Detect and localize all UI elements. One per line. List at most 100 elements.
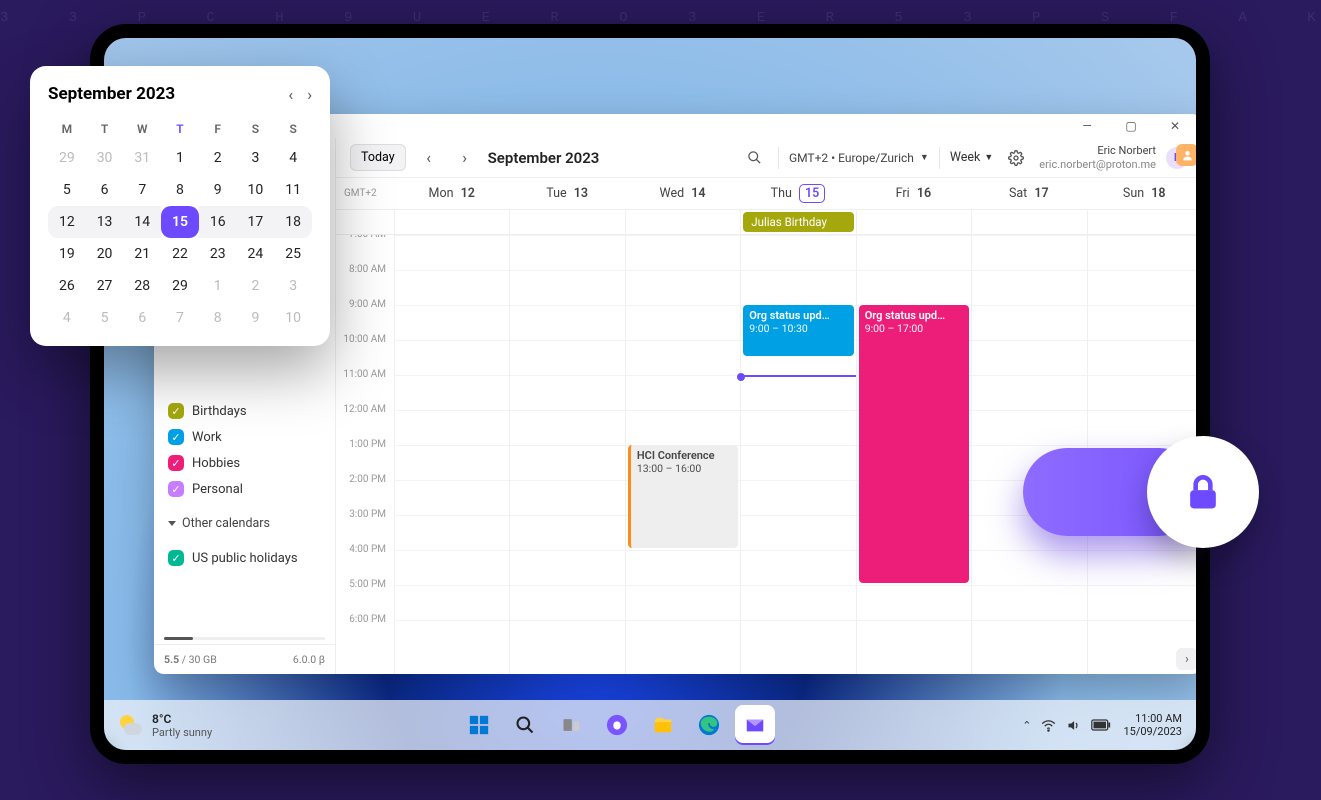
month-picker-grid[interactable]: MTWTFSS293031123456789101112131415161718… <box>48 116 312 334</box>
month-picker-day[interactable]: 6 <box>86 174 124 206</box>
day-header[interactable]: Fri 16 <box>856 178 971 209</box>
month-picker-day[interactable]: 3 <box>274 270 312 302</box>
month-picker-day[interactable]: 18 <box>274 206 312 238</box>
calendar-list-item[interactable]: ✓US public holidays <box>154 545 335 571</box>
month-picker-day[interactable]: 25 <box>274 238 312 270</box>
window-minimize-button[interactable]: ― <box>1066 114 1108 138</box>
month-picker-day[interactable]: 14 <box>123 206 161 238</box>
month-picker-day[interactable]: 20 <box>86 238 124 270</box>
month-picker-day[interactable]: 30 <box>86 142 124 174</box>
calendar-event[interactable]: Org status upd…9:00 – 17:00 <box>859 305 969 583</box>
day-column[interactable] <box>509 235 624 674</box>
month-picker-day[interactable]: 29 <box>161 270 199 302</box>
month-picker-day[interactable]: 19 <box>48 238 86 270</box>
start-button[interactable] <box>459 705 499 745</box>
month-picker-day[interactable]: 23 <box>199 238 237 270</box>
search-button[interactable] <box>505 705 545 745</box>
today-button[interactable]: Today <box>350 144 406 171</box>
month-picker-day[interactable]: 13 <box>86 206 124 238</box>
expand-panel-button[interactable]: › <box>1176 648 1196 670</box>
month-picker-day[interactable]: 22 <box>161 238 199 270</box>
proton-calendar-button[interactable] <box>735 705 775 745</box>
allday-cell[interactable]: Julias Birthday <box>740 210 855 234</box>
calendar-checkbox[interactable]: ✓ <box>168 481 184 497</box>
month-picker-day[interactable]: 29 <box>48 142 86 174</box>
day-header[interactable]: Wed 14 <box>625 178 740 209</box>
settings-icon[interactable] <box>1003 145 1029 171</box>
window-maximize-button[interactable]: ▢ <box>1110 114 1152 138</box>
day-column[interactable]: HCI Conference13:00 – 16:00 <box>625 235 740 674</box>
allday-event[interactable]: Julias Birthday <box>743 212 853 232</box>
month-picker-day[interactable]: 3 <box>237 142 275 174</box>
wifi-icon[interactable] <box>1041 718 1056 733</box>
month-picker-day[interactable]: 1 <box>161 142 199 174</box>
battery-icon[interactable] <box>1091 719 1111 731</box>
calendar-list-item[interactable]: ✓Birthdays <box>154 398 335 424</box>
taskbar-weather[interactable]: 8°C Partly sunny <box>118 712 212 739</box>
next-week-button[interactable]: › <box>452 145 478 171</box>
month-picker-day[interactable]: 16 <box>199 206 237 238</box>
month-prev-button[interactable]: ‹ <box>288 85 293 104</box>
calendar-checkbox[interactable]: ✓ <box>168 455 184 471</box>
month-picker-day[interactable]: 10 <box>237 174 275 206</box>
volume-icon[interactable] <box>1066 718 1081 733</box>
tray-chevron-icon[interactable]: ⌃ <box>1022 719 1031 732</box>
calendar-list-item[interactable]: ✓Work <box>154 424 335 450</box>
month-picker-day[interactable]: 5 <box>86 302 124 334</box>
view-selector[interactable]: Week ▼ <box>950 150 993 165</box>
calendar-list-item[interactable]: ✓Personal <box>154 476 335 502</box>
month-picker-day[interactable]: 7 <box>123 174 161 206</box>
month-picker-day[interactable]: 7 <box>161 302 199 334</box>
window-close-button[interactable]: ✕ <box>1154 114 1196 138</box>
month-picker-day[interactable]: 4 <box>274 142 312 174</box>
month-picker-day[interactable]: 21 <box>123 238 161 270</box>
allday-cell[interactable] <box>856 210 971 234</box>
month-picker-day[interactable]: 2 <box>237 270 275 302</box>
day-header[interactable]: Mon 12 <box>394 178 509 209</box>
month-picker-day[interactable]: 9 <box>199 174 237 206</box>
chat-app-button[interactable] <box>597 705 637 745</box>
timezone-selector[interactable]: GMT+2 • Europe/Zurich ▼ <box>789 151 929 165</box>
month-picker-day[interactable]: 27 <box>86 270 124 302</box>
allday-cell[interactable] <box>509 210 624 234</box>
month-picker-day[interactable]: 8 <box>161 174 199 206</box>
calendar-checkbox[interactable]: ✓ <box>168 403 184 419</box>
day-column[interactable]: Org status upd…9:00 – 10:30 <box>740 235 855 674</box>
month-picker-day[interactable]: 11 <box>274 174 312 206</box>
calendar-event[interactable]: Org status upd…9:00 – 10:30 <box>743 305 853 356</box>
calendar-checkbox[interactable]: ✓ <box>168 429 184 445</box>
allday-cell[interactable] <box>625 210 740 234</box>
calendar-checkbox[interactable]: ✓ <box>168 550 184 566</box>
day-header[interactable]: Thu 15 <box>740 178 855 209</box>
contacts-panel-toggle[interactable] <box>1176 144 1196 166</box>
month-picker-day[interactable]: 4 <box>48 302 86 334</box>
day-column[interactable]: Org status upd…9:00 – 17:00 <box>856 235 971 674</box>
month-picker-day[interactable]: 6 <box>123 302 161 334</box>
user-info[interactable]: Eric Norbert eric.norbert@proton.me <box>1039 144 1156 172</box>
month-picker-day[interactable]: 10 <box>274 302 312 334</box>
month-picker-day[interactable]: 2 <box>199 142 237 174</box>
allday-cell[interactable] <box>1087 210 1196 234</box>
month-picker-day[interactable]: 5 <box>48 174 86 206</box>
month-next-button[interactable]: › <box>307 85 312 104</box>
day-header[interactable]: Sat 17 <box>971 178 1086 209</box>
day-header[interactable]: Tue 13 <box>509 178 624 209</box>
month-picker-day[interactable]: 9 <box>237 302 275 334</box>
edge-browser-button[interactable] <box>689 705 729 745</box>
month-picker-day[interactable]: 17 <box>237 206 275 238</box>
allday-cell[interactable] <box>971 210 1086 234</box>
search-icon[interactable] <box>742 145 768 171</box>
calendar-event[interactable]: HCI Conference13:00 – 16:00 <box>628 445 738 548</box>
month-picker-day[interactable]: 24 <box>237 238 275 270</box>
taskbar-tray[interactable]: ⌃ 11:00 AM 15/09/2023 <box>1022 712 1182 738</box>
prev-week-button[interactable]: ‹ <box>416 145 442 171</box>
month-picker-day[interactable]: 15 <box>161 206 199 238</box>
month-picker-day[interactable]: 12 <box>48 206 86 238</box>
month-picker-day[interactable]: 26 <box>48 270 86 302</box>
task-view-button[interactable] <box>551 705 591 745</box>
month-picker-day[interactable]: 8 <box>199 302 237 334</box>
month-picker-day[interactable]: 31 <box>123 142 161 174</box>
day-header[interactable]: Sun 18 <box>1087 178 1196 209</box>
file-explorer-button[interactable] <box>643 705 683 745</box>
month-picker-day[interactable]: 1 <box>199 270 237 302</box>
